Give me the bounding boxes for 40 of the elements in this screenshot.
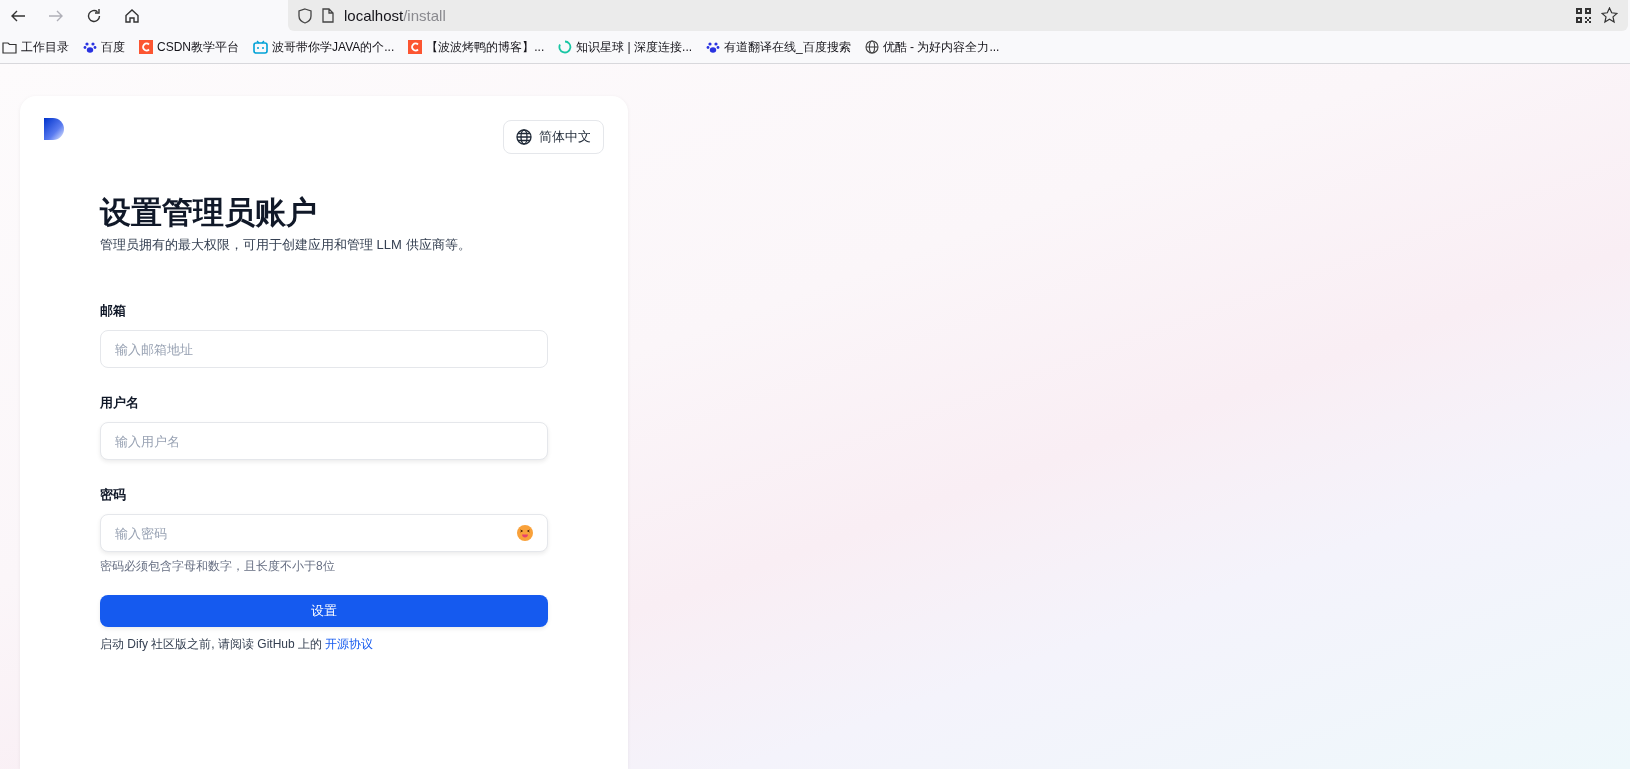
password-hint: 密码必须包含字母和数字，且长度不小于8位 (100, 558, 336, 575)
language-button[interactable]: 简体中文 (503, 120, 604, 154)
home-icon (124, 7, 140, 24)
bookmark-item[interactable]: CSDN教学平台 (139, 38, 239, 56)
page-title: 设置管理员账户 (100, 194, 318, 232)
bookmark-item[interactable]: 工作目录 (2, 38, 69, 56)
c-logo-icon (139, 40, 153, 54)
folder-icon (2, 40, 17, 54)
input-field[interactable]: 输入密码 (100, 514, 548, 552)
license-link[interactable]: 开源协议 (325, 637, 374, 651)
c-logo-icon (408, 40, 423, 54)
tv-icon (253, 40, 268, 54)
bookmark-item[interactable]: 【波波烤鸭的博客】... (408, 38, 545, 56)
bookmark-item[interactable]: 百度 (83, 38, 125, 56)
logo-icon (44, 118, 64, 140)
shield-icon (298, 7, 312, 24)
ring-icon (558, 40, 573, 54)
input-field[interactable]: 输入用户名 (100, 422, 548, 460)
bookmark-item[interactable]: 有道翻译在线_百度搜索 (706, 38, 851, 56)
page-icon (322, 8, 334, 23)
field-label: 邮箱 (100, 302, 127, 320)
field-label: 用户名 (100, 394, 140, 412)
field-label: 密码 (100, 486, 127, 504)
submit-button[interactable]: 设置 (100, 595, 548, 627)
qr-code-icon[interactable] (1576, 8, 1591, 23)
address-bar[interactable]: localhost/install (288, 0, 1628, 31)
globe-icon (516, 129, 532, 145)
subtitle: 管理员拥有的最大权限，可用于创建应用和管理 LLM 供应商等。 (100, 236, 472, 254)
globe-icon (864, 40, 879, 54)
reload-icon (86, 7, 102, 24)
star-icon[interactable] (1601, 7, 1618, 24)
paw-icon (83, 40, 97, 54)
url-text: localhost/install (344, 7, 447, 24)
bookmark-item[interactable]: 优酷 - 为好内容全力... (864, 38, 1000, 56)
face-emoji-icon[interactable] (516, 524, 534, 542)
license-notice: 启动 Dify 社区版之前, 请阅读 GitHub 上的 开源协议 (100, 636, 375, 653)
input-field[interactable]: 输入邮箱地址 (100, 330, 548, 368)
paw-icon (706, 40, 721, 54)
bookmark-item[interactable]: 波哥带你学JAVA的个... (253, 38, 395, 56)
bookmark-item[interactable]: 知识星球 | 深度连接... (558, 38, 693, 56)
